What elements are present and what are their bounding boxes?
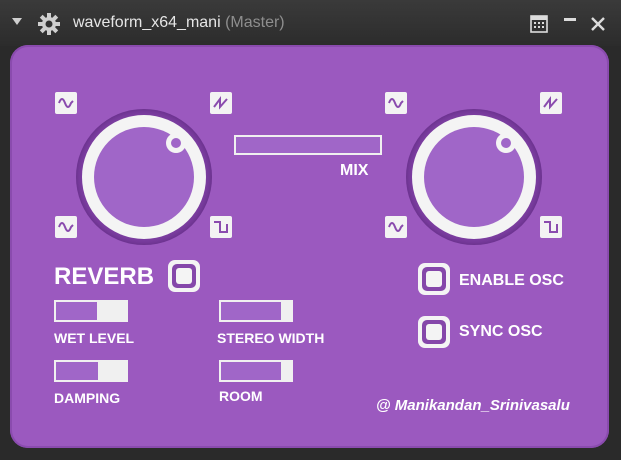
reverb-label: REVERB	[54, 263, 155, 290]
enable-osc-toggle-inner	[422, 267, 446, 291]
sawtooth-wave-icon	[543, 96, 558, 110]
enable-osc-toggle-mark	[426, 271, 442, 287]
routing-label: (Master)	[225, 14, 285, 31]
sync-osc-toggle-mark	[426, 324, 442, 340]
minimize-icon[interactable]	[560, 14, 580, 34]
sync-osc-toggle[interactable]	[418, 316, 450, 348]
left-osc-square-button[interactable]	[210, 216, 232, 238]
reverb-toggle[interactable]	[168, 260, 200, 292]
wet-level-slider[interactable]	[54, 300, 128, 322]
stereo-width-label: STEREO WIDTH	[217, 330, 325, 346]
gear-icon[interactable]	[38, 13, 60, 35]
right-osc-sine-button-bottom[interactable]	[385, 216, 407, 238]
wet-level-fill	[56, 302, 97, 320]
mix-label: MIX	[340, 162, 369, 179]
sine-wave-icon	[58, 98, 74, 108]
enable-osc-label: ENABLE OSC	[459, 272, 564, 289]
right-osc-sine-button-top[interactable]	[385, 92, 407, 114]
room-label: ROOM	[219, 388, 263, 404]
sine-wave-icon	[58, 222, 74, 232]
room-slider[interactable]	[219, 360, 293, 382]
mix-slider[interactable]	[234, 135, 382, 155]
stereo-width-fill	[221, 302, 281, 320]
left-osc-saw-button[interactable]	[210, 92, 232, 114]
stereo-width-slider[interactable]	[219, 300, 293, 322]
left-osc-sine-button-top[interactable]	[55, 92, 77, 114]
sync-osc-toggle-inner	[422, 320, 446, 344]
knob-ring	[412, 115, 536, 239]
reverb-toggle-mark	[176, 268, 192, 284]
plugin-name: waveform_x64_mani	[73, 14, 221, 31]
sine-wave-icon	[388, 98, 404, 108]
sawtooth-wave-icon	[213, 96, 228, 110]
window-titlebar: waveform_x64_mani (Master)	[0, 0, 621, 46]
right-osc-square-button[interactable]	[540, 216, 562, 238]
knob-ring	[82, 115, 206, 239]
damping-fill	[56, 362, 98, 380]
sine-wave-icon	[388, 222, 404, 232]
damping-slider[interactable]	[54, 360, 128, 382]
enable-osc-toggle[interactable]	[418, 263, 450, 295]
reverb-knob[interactable]	[76, 109, 212, 245]
author-credit: @ Manikandan_Srinivasalu	[376, 397, 570, 414]
sync-osc-label: SYNC OSC	[459, 323, 543, 340]
knob-indicator	[496, 133, 516, 153]
plugin-panel	[10, 45, 609, 448]
oscillator-knob[interactable]	[406, 109, 542, 245]
close-icon[interactable]	[588, 14, 608, 34]
right-osc-saw-button[interactable]	[540, 92, 562, 114]
left-osc-sine-button-bottom[interactable]	[55, 216, 77, 238]
damping-label: DAMPING	[54, 390, 121, 406]
square-wave-icon	[544, 221, 558, 233]
knob-indicator	[166, 133, 186, 153]
square-wave-icon	[214, 221, 228, 233]
dropdown-arrow-icon[interactable]	[12, 18, 22, 25]
wet-level-label: WET LEVEL	[54, 330, 135, 346]
window-title: waveform_x64_mani (Master)	[73, 14, 285, 32]
room-fill	[221, 362, 281, 380]
grid-icon[interactable]	[529, 14, 549, 34]
reverb-toggle-inner	[172, 264, 196, 288]
